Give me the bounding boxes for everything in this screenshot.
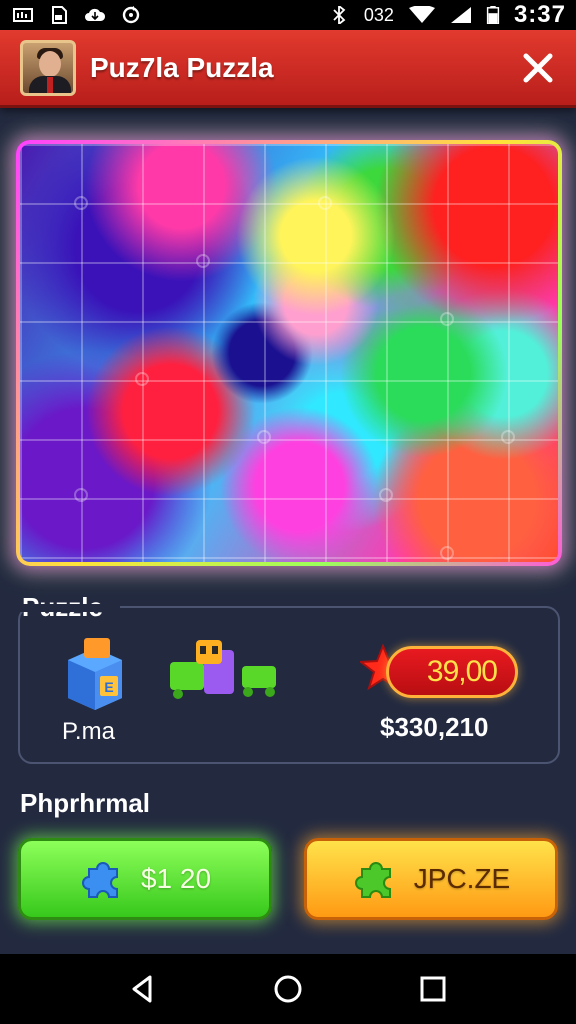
page-title: Puz7la Puzzla — [90, 51, 274, 83]
back-button[interactable] — [123, 969, 163, 1009]
network-text: 032 — [363, 4, 394, 25]
item-label: P.ma — [62, 718, 115, 745]
screen-cast-icon — [13, 8, 33, 22]
recents-button[interactable] — [413, 969, 453, 1009]
bluetooth-icon — [333, 6, 346, 24]
svg-text:E: E — [104, 679, 113, 695]
puzzle-board-frame — [16, 140, 562, 566]
promo-section-title: Phprhrmal — [20, 788, 151, 818]
close-button[interactable] — [518, 48, 558, 88]
blocks-icon[interactable] — [166, 636, 286, 706]
status-bar: 032 3:37 — [0, 0, 576, 30]
puzzle-board[interactable] — [20, 144, 558, 562]
orange-button-label: JPC.ZE — [413, 863, 511, 894]
status-right: 032 3:37 — [328, 1, 566, 29]
cloud-icon — [85, 8, 106, 21]
puzzle-piece-icon — [81, 862, 118, 898]
navigation-bar — [0, 954, 576, 1024]
recents-icon — [420, 976, 446, 1002]
status-time: 3:37 — [513, 1, 566, 28]
home-icon — [274, 975, 302, 1003]
price-badge: 39,00 — [386, 646, 518, 698]
price-value: 39,00 — [426, 655, 498, 688]
back-icon — [132, 975, 152, 1003]
home-button[interactable] — [268, 969, 308, 1009]
wifi-icon — [408, 6, 435, 23]
sync-icon — [122, 6, 140, 24]
orange-buy-button[interactable]: JPC.ZE — [304, 838, 558, 920]
green-button-label: $1 20 — [140, 863, 212, 894]
avatar[interactable] — [20, 39, 76, 96]
puzzle-info-panel: E P.ma 39,00 $330,210 — [18, 604, 560, 764]
close-icon — [523, 53, 553, 82]
green-buy-button[interactable]: $1 20 — [18, 838, 272, 920]
puzzle-piece-icon — [354, 862, 391, 898]
amount-value: $330,210 — [380, 712, 489, 742]
puzzle-pieces-grid — [20, 144, 558, 562]
sim-icon — [52, 6, 67, 24]
app-header: Puz7la Puzzla — [0, 30, 576, 108]
signal-icon — [450, 7, 471, 23]
battery-icon — [486, 6, 500, 24]
status-left — [12, 6, 142, 24]
puzzle-box-icon[interactable]: E — [60, 636, 130, 712]
